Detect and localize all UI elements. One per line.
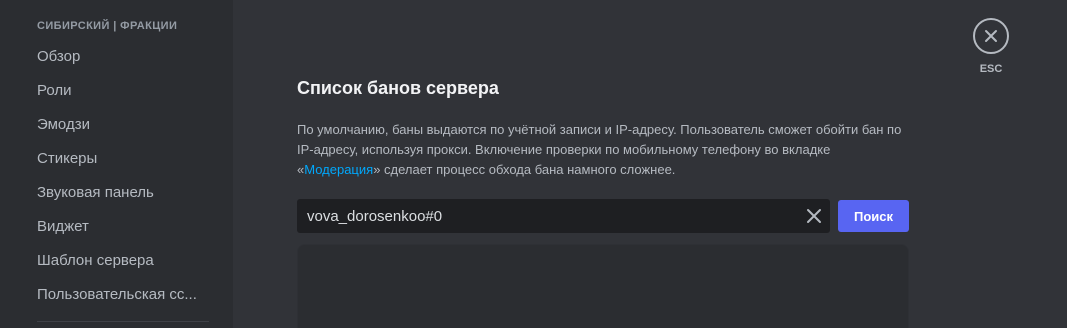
- sidebar-item-overview[interactable]: Обзор: [29, 45, 209, 79]
- settings-sidebar: СИБИРСКИЙ | ФРАКЦИИ Обзор Роли Эмодзи Ст…: [0, 0, 233, 328]
- esc-label: ESC: [979, 63, 1003, 75]
- sidebar-server-header: СИБИРСКИЙ | ФРАКЦИИ: [37, 20, 178, 32]
- sidebar-item-custom-link[interactable]: Пользовательская сс...: [29, 283, 209, 317]
- bans-list-panel: [297, 244, 909, 328]
- close-settings: ESC: [972, 18, 1010, 75]
- clear-search-button[interactable]: [804, 206, 824, 226]
- sidebar-item-roles[interactable]: Роли: [29, 79, 209, 113]
- sidebar-item-widget[interactable]: Виджет: [29, 215, 209, 249]
- sidebar-items: Обзор Роли Эмодзи Стикеры Звуковая панел…: [29, 45, 209, 317]
- ban-search-box: [297, 199, 830, 233]
- sidebar-item-server-template[interactable]: Шаблон сервера: [29, 249, 209, 283]
- bans-content: Список банов сервера По умолчанию, баны …: [233, 0, 1067, 328]
- description-text-after: » сделает процесс обхода бана намного сл…: [373, 162, 676, 177]
- ban-search-input[interactable]: [297, 199, 797, 233]
- page-title: Список банов сервера: [297, 78, 499, 98]
- bans-description: По умолчанию, баны выдаются по учётной з…: [297, 120, 917, 180]
- close-icon: [807, 209, 821, 223]
- moderation-link[interactable]: Модерация: [304, 162, 373, 177]
- search-button[interactable]: Поиск: [838, 200, 909, 232]
- sidebar-item-soundboard[interactable]: Звуковая панель: [29, 181, 209, 215]
- sidebar-item-stickers[interactable]: Стикеры: [29, 147, 209, 181]
- close-circle-icon: [985, 30, 997, 42]
- server-settings-window: СИБИРСКИЙ | ФРАКЦИИ Обзор Роли Эмодзи Ст…: [0, 0, 1067, 328]
- close-settings-button[interactable]: [973, 18, 1009, 54]
- sidebar-item-emoji[interactable]: Эмодзи: [29, 113, 209, 147]
- sidebar-divider: [37, 321, 209, 322]
